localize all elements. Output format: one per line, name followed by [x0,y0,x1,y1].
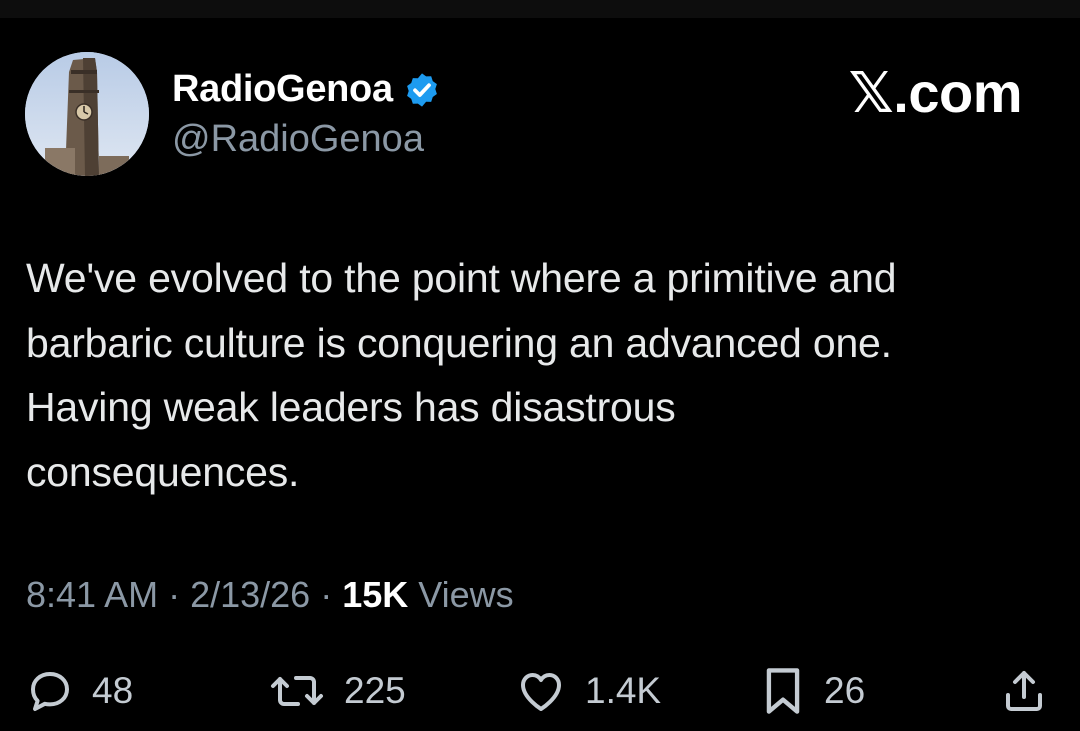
like-count: 1.4K [585,670,662,711]
clock-tower-avatar-icon [25,52,149,176]
author-handle[interactable]: @RadioGenoa [172,118,424,161]
bookmark-count: 26 [824,670,866,711]
meta-separator: · [310,574,343,615]
tweet-meta: 8:41 AM · 2/13/26 · 15K Views [26,574,514,616]
heart-icon [521,673,561,711]
tweet-text: We've evolved to the point where a primi… [26,255,897,495]
reply-count: 48 [92,670,134,711]
author-name-row[interactable]: RadioGenoa [172,68,441,111]
views-count: 15K [342,574,409,615]
x-com-brand-label: 𝕏.com [848,61,1023,124]
top-status-strip [0,0,1080,18]
like-button[interactable]: 1.4K [515,656,661,726]
verified-badge-icon [406,72,437,107]
share-button[interactable] [1000,656,1048,726]
tweet-date[interactable]: 2/13/26 [190,574,310,616]
tweet-action-bar: 48 225 1.4K 26 [0,656,1080,726]
bookmark-icon [766,668,800,714]
views-label: Views [408,574,514,615]
repost-count: 225 [344,670,406,711]
author-display-name[interactable]: RadioGenoa [172,68,393,111]
tweet-time[interactable]: 8:41 AM [26,574,158,616]
reply-icon [31,672,69,711]
repost-icon [271,676,323,706]
bookmark-button[interactable]: 26 [760,656,865,726]
repost-button[interactable]: 225 [268,656,406,726]
reply-button[interactable]: 48 [26,656,133,726]
meta-separator: · [158,574,191,615]
share-icon [1006,671,1042,711]
avatar[interactable] [25,52,149,176]
